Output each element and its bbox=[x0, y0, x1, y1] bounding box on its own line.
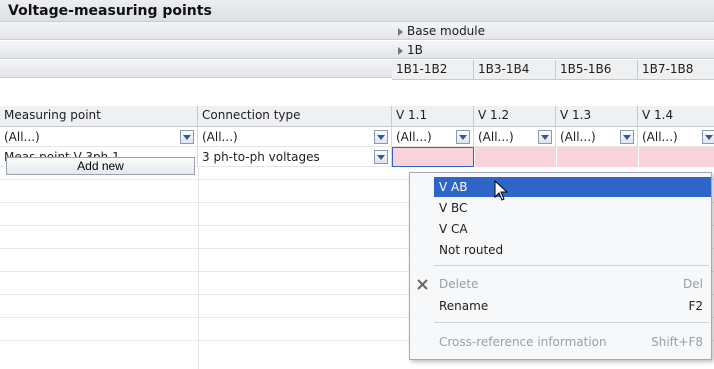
terminal-group-label: 1B7-1B8 bbox=[642, 62, 694, 76]
header-v-column[interactable]: V 1.2 bbox=[474, 106, 556, 127]
header-connection-type-label: Connection type bbox=[202, 108, 301, 122]
menu-item-cross-reference-shortcut: Shift+F8 bbox=[651, 335, 703, 349]
terminal-group-header: 1B3-1B4 bbox=[474, 60, 556, 80]
menu-item-rename-label: Rename bbox=[439, 299, 489, 313]
filter-v-dropdown-icon[interactable] bbox=[456, 130, 470, 144]
menu-item-rename-shortcut: F2 bbox=[688, 299, 703, 313]
filter-connection-type-dropdown-icon[interactable] bbox=[374, 130, 388, 144]
left-band-2 bbox=[0, 41, 392, 59]
panel-title: Voltage-measuring points bbox=[8, 3, 212, 19]
filter-measuring-point-value: (All...) bbox=[4, 130, 40, 144]
header-v-column[interactable]: V 1.1 bbox=[392, 106, 474, 127]
terminal-group-header: 1B1-1B2 bbox=[392, 60, 474, 80]
v-cell[interactable] bbox=[475, 147, 556, 167]
header-v-label: V 1.4 bbox=[642, 108, 674, 122]
mouse-pointer-icon bbox=[494, 180, 509, 201]
filter-measuring-point-dropdown-icon[interactable] bbox=[180, 130, 194, 144]
menu-item-delete-shortcut: Del bbox=[683, 277, 703, 291]
group-label: 1B bbox=[407, 43, 423, 57]
filter-connection-type[interactable]: (All...) bbox=[198, 127, 392, 147]
menu-item-cross-reference-label: Cross-reference information bbox=[439, 335, 607, 349]
add-new-button[interactable]: Add new bbox=[6, 157, 195, 175]
context-menu: V AB V BC V CA Not routed Delete Del Ren… bbox=[409, 172, 712, 360]
expand-arrow-icon bbox=[398, 27, 403, 36]
menu-item-cross-reference[interactable]: Cross-reference information Shift+F8 bbox=[410, 332, 711, 352]
filter-v-dropdown-icon[interactable] bbox=[620, 130, 634, 144]
menu-item-not-routed[interactable]: Not routed bbox=[410, 240, 711, 260]
expand-arrow-icon bbox=[398, 46, 403, 55]
header-connection-type[interactable]: Connection type bbox=[198, 106, 392, 127]
filter-connection-type-value: (All...) bbox=[202, 130, 238, 144]
row-connection-type-value: 3 ph-to-ph voltages bbox=[202, 150, 320, 164]
header-v-column[interactable]: V 1.4 bbox=[638, 106, 714, 127]
header-v-label: V 1.3 bbox=[560, 108, 592, 122]
filter-v-value: (All...) bbox=[396, 130, 432, 144]
filter-measuring-point[interactable]: (All...) bbox=[0, 127, 198, 147]
header-v-column[interactable]: V 1.3 bbox=[556, 106, 638, 127]
menu-separator bbox=[434, 322, 709, 323]
row-connection-type[interactable]: 3 ph-to-ph voltages bbox=[198, 147, 392, 167]
menu-item-delete-label: Delete bbox=[439, 277, 479, 291]
v-cell[interactable] bbox=[557, 147, 638, 167]
base-module-expander[interactable]: Base module bbox=[398, 24, 485, 38]
group-row[interactable]: 1B bbox=[392, 41, 714, 59]
header-measuring-point-label: Measuring point bbox=[4, 108, 101, 122]
menu-item-rename[interactable]: Rename F2 bbox=[410, 296, 711, 316]
header-v-label: V 1.1 bbox=[396, 108, 428, 122]
terminal-group-label: 1B1-1B2 bbox=[396, 62, 448, 76]
menu-separator bbox=[434, 265, 709, 266]
row-connection-type-dropdown-icon[interactable] bbox=[374, 150, 388, 164]
menu-item-v-ab[interactable]: V AB bbox=[434, 177, 711, 197]
terminal-group-label: 1B5-1B6 bbox=[560, 62, 612, 76]
terminal-group-header: 1B5-1B6 bbox=[556, 60, 638, 80]
filter-v-value: (All...) bbox=[560, 130, 596, 144]
filter-v-value: (All...) bbox=[642, 130, 678, 144]
left-band-1 bbox=[0, 22, 392, 40]
menu-item-delete[interactable]: Delete Del bbox=[410, 274, 711, 294]
delete-icon bbox=[417, 279, 428, 290]
menu-item-v-ca[interactable]: V CA bbox=[410, 219, 711, 239]
group-expander[interactable]: 1B bbox=[398, 43, 423, 57]
filter-v-dropdown-icon[interactable] bbox=[538, 130, 552, 144]
terminal-group-label: 1B3-1B4 bbox=[478, 62, 530, 76]
header-v-label: V 1.2 bbox=[478, 108, 510, 122]
v-cell-active[interactable] bbox=[392, 147, 474, 167]
v-cell[interactable] bbox=[639, 147, 714, 167]
terminal-group-header: 1B7-1B8 bbox=[638, 60, 714, 80]
filter-v-value: (All...) bbox=[478, 130, 514, 144]
left-pane: Measuring point Connection type (All...)… bbox=[0, 22, 392, 369]
base-module-label: Base module bbox=[407, 24, 486, 38]
panel-title-bar: Voltage-measuring points bbox=[0, 0, 714, 22]
filter-v-dropdown-icon[interactable] bbox=[702, 130, 714, 144]
left-band-3 bbox=[0, 60, 392, 78]
base-module-row[interactable]: Base module bbox=[392, 22, 714, 40]
header-measuring-point[interactable]: Measuring point bbox=[0, 106, 198, 127]
menu-item-v-bc[interactable]: V BC bbox=[410, 198, 711, 218]
